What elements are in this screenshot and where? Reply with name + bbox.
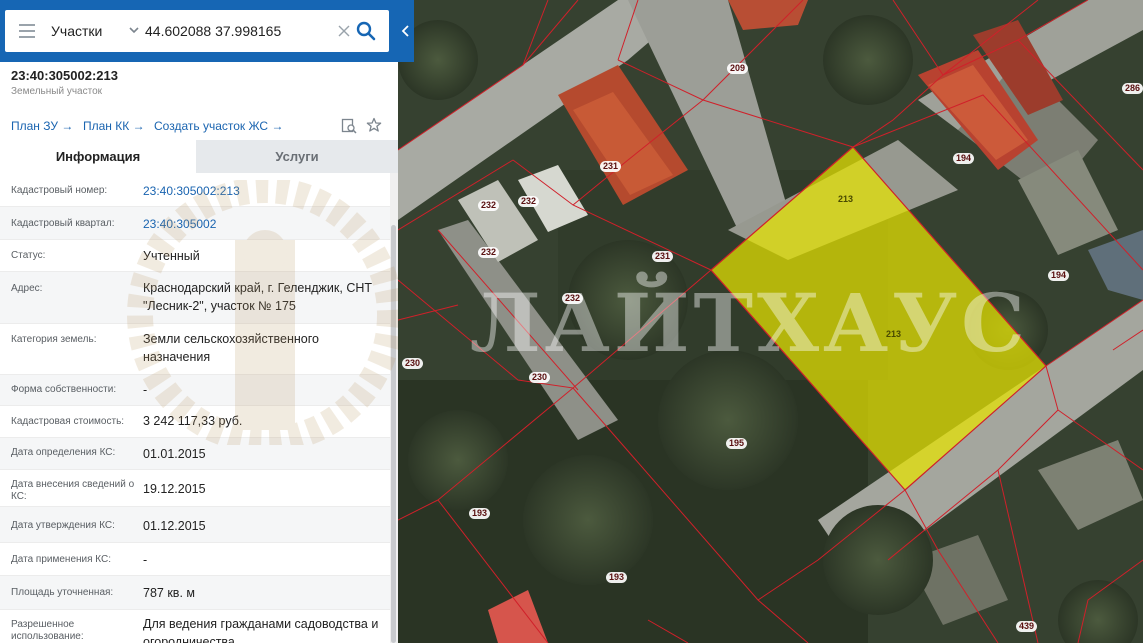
tab-services[interactable]: Услуги xyxy=(196,140,398,173)
info-row: Дата внесения сведений о КС: 19.12.2015 xyxy=(0,470,390,507)
action-links: План ЗУ → План КК → Создать участок ЖС → xyxy=(11,117,391,137)
info-row: Категория земель: Земли сельскохозяйстве… xyxy=(0,324,390,375)
row-value: Для ведения гражданами садоводства и ого… xyxy=(143,617,379,643)
collapse-left-icon xyxy=(401,25,409,37)
arrow-right-icon: → xyxy=(132,119,145,133)
row-label: Площадь уточненная: xyxy=(11,587,114,598)
info-row: Дата определения КС: 01.01.2015 xyxy=(0,438,390,470)
info-row: Кадастровый номер: 23:40:305002:213 xyxy=(0,173,390,207)
info-panel: Участки 23:40:305002:213 Земельный участ… xyxy=(0,0,398,643)
star-icon[interactable] xyxy=(366,117,382,133)
parcel-type: Земельный участок xyxy=(11,86,103,97)
plan-zu-link[interactable]: План ЗУ → xyxy=(11,119,73,133)
menu-icon[interactable] xyxy=(19,24,35,38)
row-label: Форма собственности: xyxy=(11,384,117,395)
info-row: Площадь уточненная: 787 кв. м xyxy=(0,576,390,610)
collapse-panel-button[interactable] xyxy=(398,0,414,62)
info-row: Дата утверждения КС: 01.12.2015 xyxy=(0,507,390,543)
parcel-number: 23:40:305002:213 xyxy=(11,68,118,83)
area-value: 787 кв. м xyxy=(143,586,195,600)
search-input[interactable] xyxy=(145,18,335,44)
row-value: Краснодарский край, г. Геленджик, СНТ "Л… xyxy=(143,281,373,313)
parcel-label[interactable]: 230 xyxy=(529,372,551,383)
row-label: Разрешенное использование: xyxy=(11,619,84,642)
parcel-label[interactable]: 231 xyxy=(652,251,674,262)
info-row: Статус: Учтенный xyxy=(0,240,390,272)
parcel-label[interactable]: 193 xyxy=(606,572,628,583)
search-box: Участки xyxy=(5,10,389,52)
info-row: Разрешенное использование: Для ведения г… xyxy=(0,610,390,643)
tab-info[interactable]: Информация xyxy=(0,140,196,173)
parcel-label[interactable]: 193 xyxy=(469,508,491,519)
row-label: Кадастровый номер: xyxy=(11,185,108,196)
row-value: Земли сельскохозяйственного назначения xyxy=(143,332,319,364)
map-view[interactable]: ЛАЙТХАУС 209 286 231 194 213 232 232 232… xyxy=(398,0,1143,643)
row-label: Дата внесения сведений о КС: xyxy=(11,479,135,502)
parcel-label[interactable]: 286 xyxy=(1122,83,1143,94)
arrow-right-icon: → xyxy=(271,119,284,133)
cadastral-quarter-link[interactable]: 23:40:305002 xyxy=(143,215,388,233)
chevron-down-icon[interactable] xyxy=(127,23,141,37)
search-bar-container: Участки xyxy=(0,0,398,62)
selected-parcel-label[interactable]: 213 xyxy=(835,194,856,205)
parcel-label[interactable]: 232 xyxy=(478,247,500,258)
search-icon[interactable] xyxy=(356,21,376,41)
row-label: Кадастровый квартал: xyxy=(11,218,115,229)
parcel-label[interactable]: 231 xyxy=(600,161,622,172)
info-row: Дата применения КС: - xyxy=(0,543,390,576)
plan-kk-label: План КК xyxy=(83,119,130,133)
row-label: Категория земель: xyxy=(11,334,97,345)
cadastral-number-link[interactable]: 23:40:305002:213 xyxy=(143,182,388,200)
row-label: Дата определения КС: xyxy=(11,447,116,458)
parcel-label[interactable]: 194 xyxy=(953,153,975,164)
info-row: Кадастровая стоимость: 3 242 117,33 руб. xyxy=(0,406,390,438)
scrollbar-thumb[interactable] xyxy=(391,225,396,643)
row-label: Статус: xyxy=(11,250,46,261)
parcel-label[interactable]: 232 xyxy=(518,196,540,207)
info-row: Форма собственности: - xyxy=(0,375,390,406)
row-value: 19.12.2015 xyxy=(143,482,206,496)
parcel-label[interactable]: 439 xyxy=(1016,621,1038,632)
parcel-header: 23:40:305002:213 Земельный участок xyxy=(11,68,118,97)
plan-zu-label: План ЗУ xyxy=(11,119,58,133)
row-label: Дата применения КС: xyxy=(11,554,112,565)
row-value: 01.01.2015 xyxy=(143,447,206,461)
plan-kk-link[interactable]: План КК → xyxy=(83,119,145,133)
info-row: Адрес: Краснодарский край, г. Геленджик,… xyxy=(0,272,390,324)
row-label: Кадастровая стоимость: xyxy=(11,416,125,427)
zoom-document-icon[interactable] xyxy=(341,118,357,134)
parcel-label[interactable]: 230 xyxy=(402,358,424,369)
clear-icon[interactable] xyxy=(337,24,351,38)
info-table: Кадастровый номер: 23:40:305002:213 Када… xyxy=(0,173,390,643)
parcel-label[interactable]: 195 xyxy=(726,438,748,449)
create-zs-link[interactable]: Создать участок ЖС → xyxy=(154,119,283,133)
row-value: 01.12.2015 xyxy=(143,519,206,533)
app-root: ЛАЙТХАУС 209 286 231 194 213 232 232 232… xyxy=(0,0,1143,643)
tab-bar: Информация Услуги xyxy=(0,140,398,173)
arrow-right-icon: → xyxy=(61,119,74,133)
info-row: Кадастровый квартал: 23:40:305002 xyxy=(0,207,390,240)
satellite-imagery xyxy=(398,0,1143,643)
parcel-label[interactable]: 209 xyxy=(727,63,749,74)
row-value: Учтенный xyxy=(143,249,200,263)
row-value: - xyxy=(143,553,148,567)
row-label: Адрес: xyxy=(11,283,43,294)
row-value: - xyxy=(143,383,148,397)
selected-parcel-label[interactable]: 213 xyxy=(883,329,904,340)
row-label: Дата утверждения КС: xyxy=(11,520,115,531)
parcel-label[interactable]: 232 xyxy=(562,293,584,304)
parcel-label[interactable]: 194 xyxy=(1048,270,1070,281)
create-zs-label: Создать участок ЖС xyxy=(154,119,269,133)
scrollbar[interactable] xyxy=(390,173,398,643)
layer-select[interactable]: Участки xyxy=(51,10,102,52)
parcel-label[interactable]: 232 xyxy=(478,200,500,211)
cadastral-value: 3 242 117,33 руб. xyxy=(143,414,243,428)
